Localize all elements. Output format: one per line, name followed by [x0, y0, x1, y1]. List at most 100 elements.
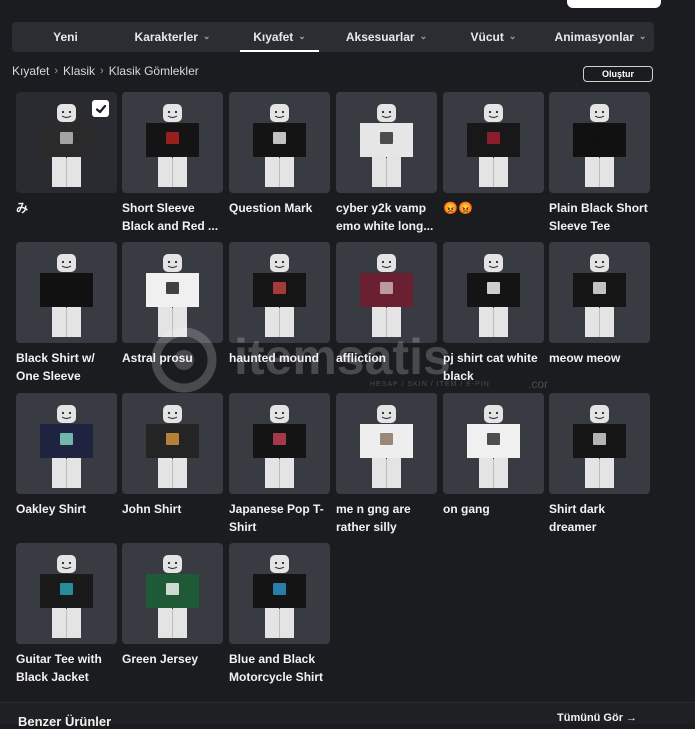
item-thumbnail[interactable] [16, 242, 117, 343]
breadcrumb-item: Klasik Gömlekler [108, 64, 199, 78]
item-thumbnail[interactable] [336, 92, 437, 193]
item-thumbnail[interactable] [122, 543, 223, 644]
item-card[interactable]: affliction [336, 242, 437, 368]
tab-label: Vücut [470, 30, 504, 44]
item-name[interactable]: Plain Black Short Sleeve Tee [549, 200, 650, 235]
item-thumbnail[interactable] [443, 242, 544, 343]
tab-5[interactable]: Animasyonlar ⌄ [547, 22, 654, 52]
item-name[interactable]: Guitar Tee with Black Jacket [16, 651, 117, 686]
tab-label: Karakterler [134, 30, 198, 44]
category-nav: Yeni Karakterler ⌄ Kıyafet ⌄ Aksesuarlar ⌄ Vücu… [12, 22, 654, 52]
item-card[interactable]: cyber y2k vamp emo white long... [336, 92, 437, 235]
item-name[interactable]: Question Mark [229, 200, 330, 218]
chevron-down-icon: ⌄ [202, 30, 211, 41]
item-thumbnail[interactable] [16, 92, 117, 193]
see-all-link[interactable]: Tümünü Gör → [557, 712, 637, 724]
item-card[interactable]: Blue and Black Motorcycle Shirt [229, 543, 330, 686]
item-card[interactable]: Green Jersey [122, 543, 223, 669]
item-card[interactable]: John Shirt [122, 393, 223, 519]
avatar-preview [40, 405, 93, 488]
avatar-preview [573, 405, 626, 488]
avatar-preview [573, 254, 626, 337]
item-name[interactable]: on gang [443, 501, 544, 519]
item-thumbnail[interactable] [336, 393, 437, 494]
top-action-button[interactable] [567, 0, 661, 8]
item-card[interactable]: Guitar Tee with Black Jacket [16, 543, 117, 686]
item-name[interactable]: Black Shirt w/ One Sleeve [16, 350, 117, 385]
item-thumbnail[interactable] [549, 92, 650, 193]
item-thumbnail[interactable] [229, 543, 330, 644]
avatar-preview [360, 254, 413, 337]
avatar-preview [146, 254, 199, 337]
item-name[interactable]: me n gng are rather silly [336, 501, 437, 536]
tab-0[interactable]: Yeni [12, 22, 119, 52]
item-card[interactable]: Black Shirt w/ One Sleeve [16, 242, 117, 385]
item-card[interactable]: み [16, 92, 117, 218]
item-thumbnail[interactable] [122, 242, 223, 343]
item-thumbnail[interactable] [549, 242, 650, 343]
item-card[interactable]: 😡😡 [443, 92, 544, 218]
breadcrumb-item[interactable]: Kıyafet [12, 64, 49, 78]
avatar-preview [253, 254, 306, 337]
tab-label: Animasyonlar [554, 30, 634, 44]
tab-3[interactable]: Aksesuarlar ⌄ [333, 22, 440, 52]
item-thumbnail[interactable] [122, 92, 223, 193]
item-card[interactable]: Oakley Shirt [16, 393, 117, 519]
item-thumbnail[interactable] [229, 92, 330, 193]
item-name[interactable]: pj shirt cat white black [443, 350, 544, 385]
item-thumbnail[interactable] [336, 242, 437, 343]
item-card[interactable]: Short Sleeve Black and Red ... [122, 92, 223, 235]
selected-checkbox[interactable] [92, 100, 109, 117]
item-name[interactable]: Japanese Pop T-Shirt [229, 501, 330, 536]
item-card[interactable]: Question Mark [229, 92, 330, 218]
item-card[interactable]: on gang [443, 393, 544, 519]
item-thumbnail[interactable] [549, 393, 650, 494]
arrow-right-icon: → [626, 712, 637, 724]
item-name[interactable]: Green Jersey [122, 651, 223, 669]
tab-2[interactable]: Kıyafet ⌄ [226, 22, 333, 52]
item-name[interactable]: cyber y2k vamp emo white long... [336, 200, 437, 235]
item-card[interactable]: Astral prosu [122, 242, 223, 368]
tab-4[interactable]: Vücut ⌄ [440, 22, 547, 52]
item-name[interactable]: み [16, 200, 117, 218]
avatar-preview [253, 405, 306, 488]
item-name[interactable]: Astral prosu [122, 350, 223, 368]
tab-1[interactable]: Karakterler ⌄ [119, 22, 226, 52]
tab-label: Yeni [53, 30, 78, 44]
chevron-down-icon: ⌄ [508, 30, 517, 41]
avatar-preview [40, 555, 93, 638]
item-card[interactable]: Plain Black Short Sleeve Tee [549, 92, 650, 235]
item-thumbnail[interactable] [443, 92, 544, 193]
breadcrumb-item[interactable]: Klasik [63, 64, 95, 78]
item-thumbnail[interactable] [443, 393, 544, 494]
item-name[interactable]: affliction [336, 350, 437, 368]
avatar-preview [253, 104, 306, 187]
item-thumbnail[interactable] [229, 242, 330, 343]
item-name[interactable]: 😡😡 [443, 200, 544, 218]
item-thumbnail[interactable] [16, 543, 117, 644]
item-card[interactable]: meow meow [549, 242, 650, 368]
item-name[interactable]: Oakley Shirt [16, 501, 117, 519]
check-icon [95, 104, 106, 113]
item-name[interactable]: Short Sleeve Black and Red ... [122, 200, 223, 235]
item-card[interactable]: haunted mound [229, 242, 330, 368]
item-thumbnail[interactable] [122, 393, 223, 494]
item-thumbnail[interactable] [16, 393, 117, 494]
create-button[interactable]: Oluştur [583, 66, 653, 82]
item-name[interactable]: meow meow [549, 350, 650, 368]
avatar-preview [467, 405, 520, 488]
avatar-preview [360, 104, 413, 187]
item-name[interactable]: haunted mound [229, 350, 330, 368]
avatar-preview [40, 254, 93, 337]
item-name[interactable]: Blue and Black Motorcycle Shirt [229, 651, 330, 686]
tab-label: Kıyafet [253, 30, 294, 44]
item-name[interactable]: Shirt dark dreamer [549, 501, 650, 536]
avatar-preview [467, 254, 520, 337]
item-card[interactable]: Japanese Pop T-Shirt [229, 393, 330, 536]
item-thumbnail[interactable] [229, 393, 330, 494]
avatar-preview [253, 555, 306, 638]
item-card[interactable]: me n gng are rather silly [336, 393, 437, 536]
item-card[interactable]: pj shirt cat white black [443, 242, 544, 385]
item-card[interactable]: Shirt dark dreamer [549, 393, 650, 536]
item-name[interactable]: John Shirt [122, 501, 223, 519]
